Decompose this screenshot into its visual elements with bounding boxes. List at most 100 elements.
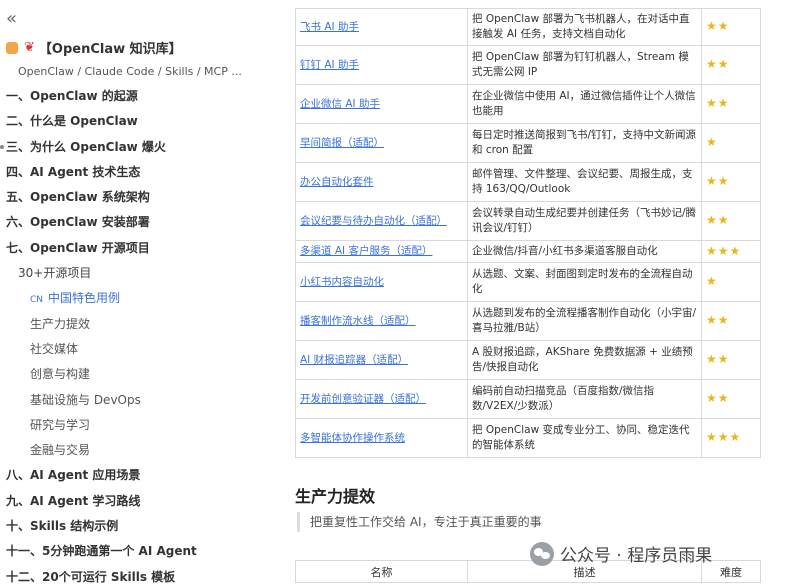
sidebar-item-label: 生产力提效: [30, 316, 91, 331]
sidebar-item[interactable]: 六、OpenClaw 安装部署: [0, 210, 270, 235]
star-rating-icon: ★★: [706, 96, 730, 110]
project-name-cell: 企业微信 AI 助手: [295, 84, 468, 124]
table-row: 钉钉 AI 助手 把 OpenClaw 部署为钉钉机器人，Stream 模式无需公…: [295, 45, 761, 85]
section-title: 生产力提效: [295, 487, 376, 506]
project-description: 在企业微信中使用 AI，通过微信插件让个人微信也能用: [467, 84, 702, 124]
project-link[interactable]: AI 财报追踪器（适配）: [300, 354, 408, 366]
project-link[interactable]: 办公自动化套件: [300, 176, 374, 188]
table-row: 多智能体协作操作系统 把 OpenClaw 变成专业分工、协同、稳定迭代的智能体系…: [295, 418, 761, 458]
sidebar-item-label: 十、Skills 结构示例: [6, 519, 119, 534]
project-description: 把 OpenClaw 部署为钉钉机器人，Stream 模式无需公网 IP: [467, 45, 702, 85]
sidebar-item[interactable]: 社交媒体: [0, 337, 270, 362]
project-link[interactable]: 多渠道 AI 客户服务（适配）: [300, 245, 432, 257]
star-rating-icon: ★: [706, 274, 718, 288]
sidebar-item[interactable]: 七、OpenClaw 开源项目: [0, 236, 270, 261]
sidebar-item-label: 十二、20个可运行 Skills 模板: [6, 569, 176, 584]
star-rating-icon: ★★: [706, 174, 730, 188]
sidebar-item[interactable]: 八、AI Agent 应用场景: [0, 463, 270, 488]
sidebar-item[interactable]: 十二、20个可运行 Skills 模板: [0, 565, 270, 585]
project-link[interactable]: 开发前创意验证器（适配）: [300, 393, 426, 405]
sidebar-item-label: 基础设施与 DevOps: [30, 392, 141, 407]
sidebar-item-label: 七、OpenClaw 开源项目: [6, 240, 150, 255]
project-link[interactable]: 会议纪要与待办自动化（适配）: [300, 215, 447, 227]
star-rating-icon: ★★★: [706, 243, 742, 258]
sidebar-item[interactable]: CN 中国特色用例: [0, 286, 270, 311]
difficulty-cell: ★★: [701, 45, 761, 85]
sidebar-item[interactable]: 二、什么是 OpenClaw: [0, 109, 270, 134]
sidebar-item-label: 四、AI Agent 技术生态: [6, 164, 141, 179]
project-name-cell: AI 财报追踪器（适配）: [295, 340, 468, 380]
cn-badge: CN: [30, 295, 44, 306]
project-link[interactable]: 飞书 AI 助手: [300, 21, 359, 33]
collapse-sidebar-button[interactable]: «: [6, 8, 17, 29]
projects-table: 飞书 AI 助手 把 OpenClaw 部署为飞书机器人，在对话中直接触发 AI …: [295, 8, 761, 458]
difficulty-cell: ★★★: [701, 240, 761, 263]
main-content: 飞书 AI 助手 把 OpenClaw 部署为飞书机器人，在对话中直接触发 AI …: [295, 0, 794, 585]
watermark-text: 公众号 · 程序员雨果: [560, 546, 713, 566]
project-description: 企业微信/抖音/小红书多渠道客服自动化: [467, 240, 702, 263]
kb-title-text: 【OpenClaw 知识库】: [38, 42, 182, 57]
project-link[interactable]: 钉钉 AI 助手: [300, 59, 359, 71]
kb-subtitle: OpenClaw / Claude Code / Skills / MCP ..…: [18, 65, 242, 78]
difficulty-cell: ★★: [701, 8, 761, 46]
sidebar-item-label: 十一、5分钟跑通第一个 AI Agent: [6, 544, 197, 559]
sidebar-item[interactable]: 研究与学习: [0, 413, 270, 438]
project-link[interactable]: 早间简报（适配）: [300, 137, 384, 149]
table-row: 小红书内容自动化 从选题、文案、封面图到定时发布的全流程自动化 ★: [295, 262, 761, 302]
table-row: AI 财报追踪器（适配） A 股财报追踪，AKShare 免费数据源 + 业绩预告…: [295, 340, 761, 380]
difficulty-cell: ★★: [701, 379, 761, 419]
sidebar-item[interactable]: 生产力提效: [0, 312, 270, 337]
project-name-cell: 飞书 AI 助手: [295, 8, 468, 46]
sidebar-item[interactable]: 四、AI Agent 技术生态: [0, 160, 270, 185]
sidebar-item[interactable]: 一、OpenClaw 的起源: [0, 84, 270, 109]
project-name-cell: 办公自动化套件: [295, 162, 468, 202]
table-row: 开发前创意验证器（适配） 编码前自动扫描竞品（百度指数/微信指数/V2EX/少数派…: [295, 379, 761, 419]
column-header-name: 名称: [295, 560, 468, 583]
sidebar-item[interactable]: 创意与构建: [0, 362, 270, 387]
project-description: A 股财报追踪，AKShare 免费数据源 + 业绩预告/快报自动化: [467, 340, 702, 380]
project-description: 每日定时推送简报到飞书/钉钉，支持中文新闻源和 cron 配置: [467, 123, 702, 163]
sidebar-item[interactable]: 十、Skills 结构示例: [0, 514, 270, 539]
star-rating-icon: ★★: [706, 352, 730, 366]
table-row: 多渠道 AI 客户服务（适配） 企业微信/抖音/小红书多渠道客服自动化 ★★★: [295, 240, 761, 263]
sidebar-item[interactable]: 十一、5分钟跑通第一个 AI Agent: [0, 539, 270, 564]
difficulty-cell: ★★: [701, 201, 761, 241]
sidebar-item[interactable]: 三、为什么 OpenClaw 爆火: [0, 135, 270, 160]
difficulty-cell: ★★: [701, 162, 761, 202]
project-name-cell: 多智能体协作操作系统: [295, 418, 468, 458]
table-row: 企业微信 AI 助手 在企业微信中使用 AI，通过微信插件让个人微信也能用 ★★: [295, 84, 761, 124]
sidebar-item-label: 六、OpenClaw 安装部署: [6, 215, 150, 230]
sidebar-item[interactable]: 五、OpenClaw 系统架构: [0, 185, 270, 210]
sidebar-item-label: 二、什么是 OpenClaw: [6, 114, 138, 129]
project-link[interactable]: 播客制作流水线（适配）: [300, 315, 416, 327]
sidebar-item-label: 九、AI Agent 学习路线: [6, 493, 141, 508]
star-rating-icon: ★★: [706, 391, 730, 405]
sidebar-item-label: 金融与交易: [30, 443, 91, 458]
sidebar-item[interactable]: 基础设施与 DevOps: [0, 388, 270, 413]
difficulty-cell: ★★★: [701, 418, 761, 458]
project-description: 从选题、文案、封面图到定时发布的全流程自动化: [467, 262, 702, 302]
knowledge-base-title[interactable]: ❦ 【OpenClaw 知识库】: [6, 38, 182, 57]
sidebar-item-label: 研究与学习: [30, 417, 91, 432]
sidebar-item[interactable]: 九、AI Agent 学习路线: [0, 489, 270, 514]
project-description: 邮件管理、文件整理、会议纪要、周报生成，支持 163/QQ/Outlook: [467, 162, 702, 202]
wechat-icon: [530, 541, 554, 566]
difficulty-cell: ★: [701, 123, 761, 163]
section-quote: 把重复性工作交给 AI，专注于真正重要的事: [297, 512, 542, 532]
project-name-cell: 早间简报（适配）: [295, 123, 468, 163]
project-link[interactable]: 小红书内容自动化: [300, 276, 384, 288]
sidebar-item-label: 一、OpenClaw 的起源: [6, 89, 138, 103]
watermark: 公众号 · 程序员雨果: [530, 541, 712, 566]
sidebar-item[interactable]: 金融与交易: [0, 438, 270, 463]
project-link[interactable]: 多智能体协作操作系统: [300, 432, 405, 444]
star-rating-icon: ★: [706, 135, 718, 149]
kb-icon: [6, 41, 18, 54]
project-description: 把 OpenClaw 部署为飞书机器人，在对话中直接触发 AI 任务，支持文档自…: [467, 8, 702, 46]
lobster-icon: ❦: [24, 40, 35, 55]
sidebar-item-label: 八、AI Agent 应用场景: [6, 468, 141, 483]
project-name-cell: 钉钉 AI 助手: [295, 45, 468, 85]
project-link[interactable]: 企业微信 AI 助手: [300, 98, 380, 110]
project-description: 从选题到发布的全流程播客制作自动化（小宇宙/喜马拉雅/B站）: [467, 301, 702, 341]
bullet-icon: [0, 144, 4, 149]
sidebar-item[interactable]: 30+开源项目: [0, 261, 270, 286]
